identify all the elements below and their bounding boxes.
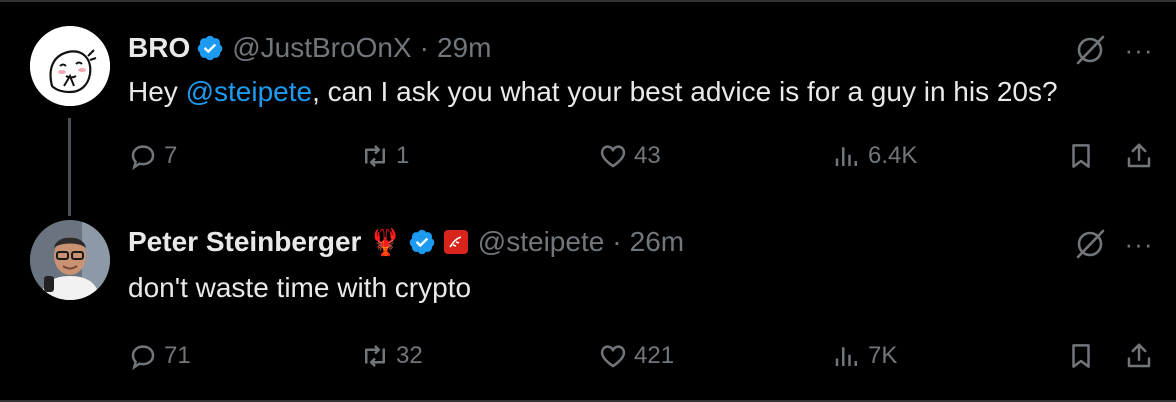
- reply-button[interactable]: 71: [128, 334, 191, 378]
- repost-count: 32: [396, 342, 423, 369]
- bookmark-icon: [1072, 344, 1090, 368]
- tweet-header: Peter Steinberger 🦞 @steipete · 26m: [128, 222, 684, 262]
- separator: ·: [419, 32, 429, 63]
- tweet-actions: 7 1 43 6.4K: [128, 134, 1168, 178]
- lobster-emoji: 🦞: [369, 226, 402, 257]
- display-name[interactable]: Peter Steinberger: [128, 226, 361, 258]
- share-icon: [1127, 343, 1151, 368]
- views-button[interactable]: 6.4K: [832, 134, 917, 178]
- tweet-header: BRO @JustBroOnX · 29m: [128, 28, 491, 68]
- avatar-photo-icon: [30, 220, 110, 300]
- avatar-drawing-icon: [30, 26, 110, 106]
- views-button[interactable]: 7K: [832, 334, 897, 378]
- affiliate-badge-icon: [443, 230, 468, 254]
- mention-link[interactable]: @steipete: [186, 76, 313, 107]
- repost-count: 1: [396, 142, 410, 169]
- avatar[interactable]: [30, 220, 110, 300]
- reply-icon: [131, 145, 155, 171]
- tweet-text: Hey @steipete, can I ask you what your b…: [128, 76, 1058, 108]
- like-count: 43: [634, 142, 661, 169]
- timestamp[interactable]: 26m: [630, 226, 684, 258]
- more-icon[interactable]: ···: [1122, 30, 1156, 70]
- bookmark-button[interactable]: [1066, 334, 1102, 378]
- tweet-text-part: , can I ask you what your best advice is…: [312, 76, 1058, 107]
- grok-icon[interactable]: [1070, 30, 1110, 70]
- tweet-text-part: Hey: [128, 76, 186, 107]
- separator: ·: [612, 226, 622, 257]
- verified-badge-icon: [409, 229, 435, 255]
- reply-count: 7: [164, 142, 178, 169]
- handle[interactable]: @steipete: [478, 226, 605, 258]
- like-icon: [600, 145, 626, 168]
- handle[interactable]: @JustBroOnX: [232, 32, 411, 64]
- verified-badge-icon: [197, 35, 223, 61]
- tweet-text: don't waste time with crypto: [128, 272, 472, 303]
- more-icon[interactable]: ···: [1122, 224, 1156, 264]
- reply-button[interactable]: 7: [128, 134, 177, 178]
- share-button[interactable]: [1124, 334, 1160, 378]
- timestamp[interactable]: 29m: [437, 32, 491, 64]
- share-icon: [1127, 143, 1151, 168]
- tweet[interactable]: BRO @JustBroOnX · 29m ··· Hey @steipete,…: [0, 0, 1176, 216]
- view-count: 7K: [868, 342, 898, 369]
- display-name[interactable]: BRO: [128, 32, 190, 64]
- view-count: 6.4K: [868, 142, 918, 169]
- share-button[interactable]: [1124, 134, 1160, 178]
- repost-icon: [365, 145, 385, 167]
- repost-button[interactable]: 1: [360, 134, 409, 178]
- repost-icon: [365, 345, 385, 367]
- tweet-actions: 71 32 421 7K: [128, 334, 1168, 378]
- views-icon: [835, 147, 857, 166]
- avatar[interactable]: [30, 26, 110, 106]
- like-button[interactable]: 43: [598, 134, 661, 178]
- like-button[interactable]: 421: [598, 334, 674, 378]
- views-icon: [835, 347, 857, 366]
- bookmark-icon: [1072, 144, 1090, 168]
- reply-count: 71: [164, 342, 191, 369]
- like-icon: [600, 345, 626, 368]
- bookmark-button[interactable]: [1066, 134, 1102, 178]
- tweet[interactable]: Peter Steinberger 🦞 @steipete · 26m ··· …: [0, 200, 1176, 400]
- grok-icon[interactable]: [1070, 224, 1110, 264]
- repost-button[interactable]: 32: [360, 334, 423, 378]
- like-count: 421: [634, 342, 675, 369]
- reply-icon: [131, 345, 155, 371]
